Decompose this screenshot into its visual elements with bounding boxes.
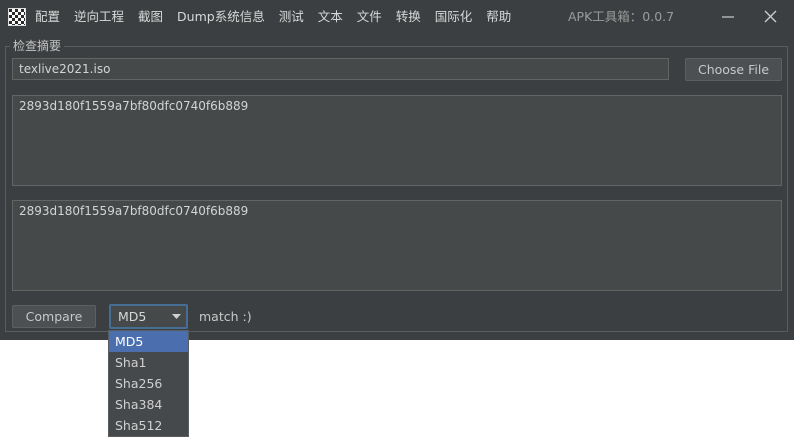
menu-dump-system-info[interactable]: Dump系统信息 <box>170 0 272 34</box>
algorithm-option-sha512[interactable]: Sha512 <box>109 415 188 436</box>
menu-i18n[interactable]: 国际化 <box>428 0 480 34</box>
app-window: 配置 逆向工程 截图 Dump系统信息 测试 文本 文件 转换 国际化 帮助 A… <box>0 0 794 340</box>
minimize-button[interactable] <box>706 0 752 34</box>
algorithm-dropdown-list: MD5 Sha1 Sha256 Sha384 Sha512 <box>108 330 189 437</box>
window-title: APK工具箱：0.0.7 <box>568 9 675 24</box>
title-bar: 配置 逆向工程 截图 Dump系统信息 测试 文本 文件 转换 国际化 帮助 A… <box>0 0 794 34</box>
close-icon <box>764 10 777 23</box>
choose-file-button[interactable]: Choose File <box>685 58 782 81</box>
algorithm-option-sha256[interactable]: Sha256 <box>109 373 188 394</box>
menu-help[interactable]: 帮助 <box>479 0 518 34</box>
menu-reverse-engineering[interactable]: 逆向工程 <box>67 0 131 34</box>
chevron-down-icon <box>172 314 181 319</box>
panel-title: 检查摘要 <box>10 38 65 54</box>
expected-hash-textarea[interactable]: 2893d180f1559a7bf80dfc0740f6b889 <box>12 95 782 186</box>
app-logo-icon <box>8 8 26 26</box>
menu-test[interactable]: 测试 <box>272 0 311 34</box>
computed-hash-textarea[interactable]: 2893d180f1559a7bf80dfc0740f6b889 <box>12 200 782 291</box>
algorithm-select-value: MD5 <box>118 309 147 324</box>
file-path-field[interactable]: texlive2021.iso <box>12 58 669 80</box>
menu-text[interactable]: 文本 <box>311 0 350 34</box>
match-status: match :) <box>199 309 252 324</box>
menu-file[interactable]: 文件 <box>350 0 389 34</box>
compare-button[interactable]: Compare <box>12 305 96 328</box>
menu-screenshot[interactable]: 截图 <box>131 0 170 34</box>
algorithm-option-md5[interactable]: MD5 <box>109 331 188 352</box>
algorithm-select[interactable]: MD5 <box>109 304 188 329</box>
menu-bar: 配置 逆向工程 截图 Dump系统信息 测试 文本 文件 转换 国际化 帮助 <box>28 0 518 34</box>
close-button[interactable] <box>748 0 794 34</box>
algorithm-option-sha1[interactable]: Sha1 <box>109 352 188 373</box>
algorithm-option-sha384[interactable]: Sha384 <box>109 394 188 415</box>
minimize-icon <box>722 16 734 18</box>
menu-config[interactable]: 配置 <box>28 0 67 34</box>
menu-convert[interactable]: 转换 <box>389 0 428 34</box>
